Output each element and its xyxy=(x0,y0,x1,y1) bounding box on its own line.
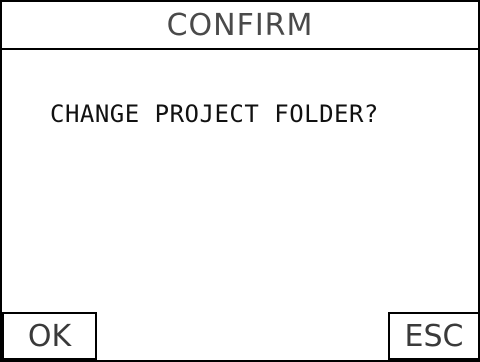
confirm-dialog: CONFIRM CHANGE PROJECT FOLDER? OK ESC xyxy=(0,0,480,362)
dialog-message: CHANGE PROJECT FOLDER? xyxy=(50,100,379,128)
esc-button[interactable]: ESC xyxy=(388,312,480,360)
esc-button-label: ESC xyxy=(404,318,464,354)
dialog-title: CONFIRM xyxy=(166,7,314,43)
ok-button[interactable]: OK xyxy=(2,312,97,360)
ok-button-label: OK xyxy=(27,318,72,354)
dialog-title-bar: CONFIRM xyxy=(2,2,478,50)
